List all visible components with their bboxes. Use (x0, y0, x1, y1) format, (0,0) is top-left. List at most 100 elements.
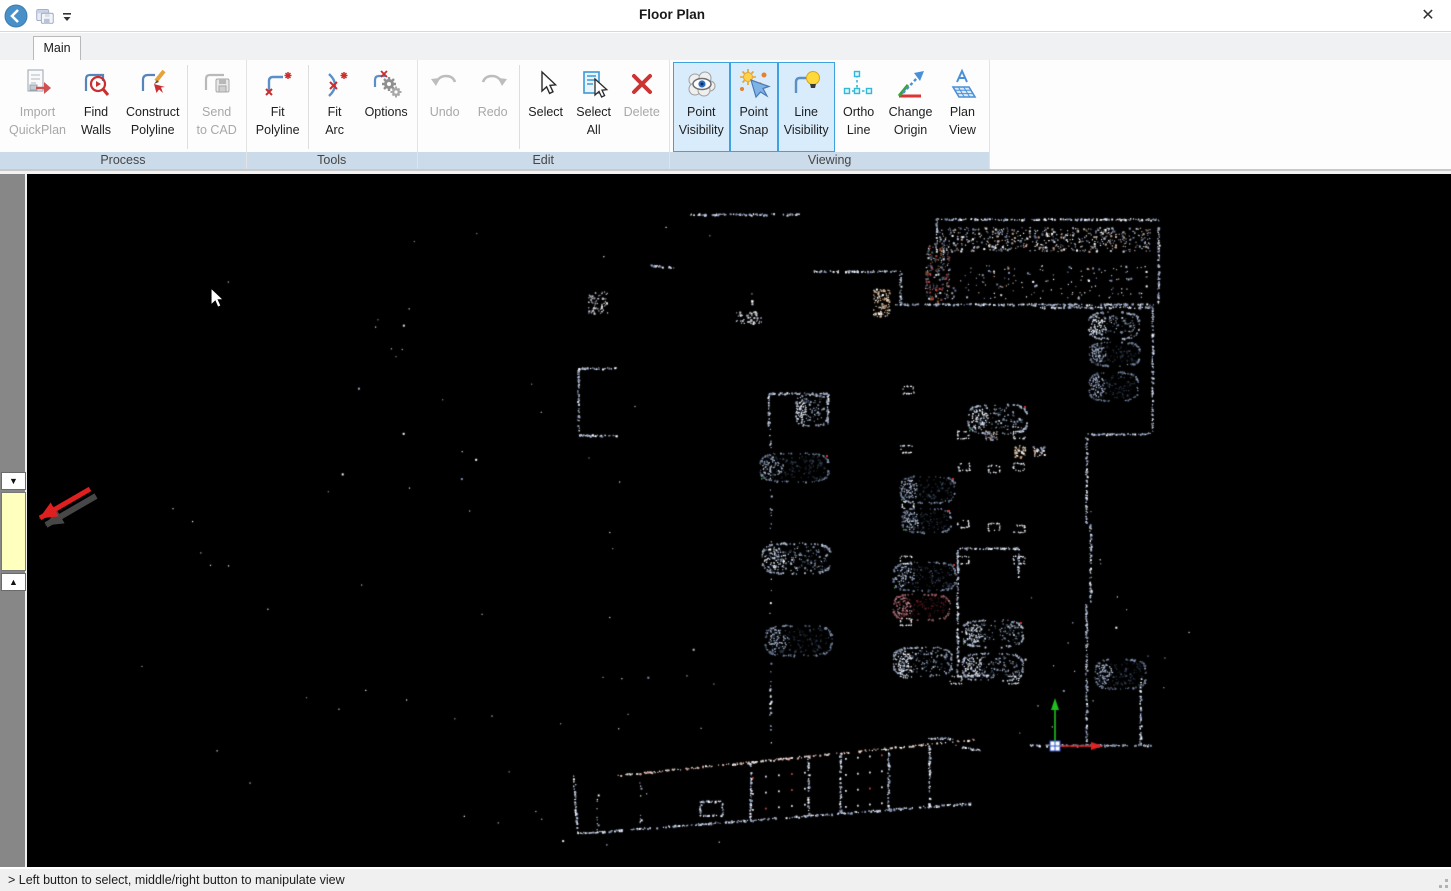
line-visibility-icon (788, 67, 824, 103)
redo-button[interactable]: Redo (469, 62, 517, 152)
ortho-line-icon (841, 67, 877, 103)
select-all-button[interactable]: SelectAll (570, 62, 618, 152)
send-to-cad-button[interactable]: Sendto CAD (190, 62, 242, 152)
titlebar: Floor Plan ✕ (0, 0, 1451, 32)
select-icon (528, 67, 564, 103)
quick-access-save-button[interactable] (34, 5, 56, 27)
fit-polyline-button[interactable]: FitPolyline (250, 62, 306, 152)
send-to-cad-icon (199, 67, 235, 103)
rail-thumb-highlight[interactable] (1, 492, 26, 571)
plan-view-button[interactable]: PlanView (938, 62, 986, 152)
ribbon-tab-row: Main (0, 33, 1451, 60)
ribbon-group-caption-tools: Tools (247, 152, 417, 169)
back-button[interactable] (4, 4, 28, 28)
quick-access-more-button[interactable] (61, 10, 73, 22)
line-visibility-label-2: Visibility (784, 121, 829, 139)
point-snap-label-2: Snap (739, 121, 768, 139)
undo-icon (427, 67, 463, 103)
delete-icon (624, 67, 660, 103)
change-origin-icon (893, 67, 929, 103)
find-walls-label-2: Walls (81, 121, 111, 139)
ribbon-separator (308, 65, 309, 149)
import-quickplan-label-1: Import (20, 103, 55, 121)
find-walls-label-1: Find (84, 103, 108, 121)
ribbon-group-process: ImportQuickPlanFindWallsConstructPolylin… (0, 60, 247, 169)
point-visibility-icon (683, 67, 719, 103)
select-all-label-2: All (587, 121, 601, 139)
change-origin-button[interactable]: ChangeOrigin (883, 62, 939, 152)
viewport-workspace: ▼ ▲ (0, 171, 1451, 867)
options-button[interactable]: Options (359, 62, 414, 152)
rail-down-button[interactable]: ▼ (1, 472, 26, 490)
ribbon-group-caption-viewing: Viewing (670, 152, 990, 169)
fit-polyline-icon (260, 67, 296, 103)
line-visibility-button[interactable]: LineVisibility (778, 62, 835, 152)
point-cloud-canvas[interactable] (29, 177, 1451, 869)
delete-button[interactable]: Delete (618, 62, 666, 152)
point-visibility-label-1: Point (687, 103, 716, 121)
tab-main-label: Main (43, 41, 70, 55)
fit-arc-label-1: Fit (328, 103, 342, 121)
window-title: Floor Plan (639, 7, 705, 22)
redo-label-1: Redo (478, 103, 508, 121)
point-visibility-button[interactable]: PointVisibility (673, 62, 730, 152)
find-walls-button[interactable]: FindWalls (72, 62, 120, 152)
quick-access-more-icon (61, 10, 73, 27)
select-label-1: Select (528, 103, 563, 121)
change-origin-label-1: Change (889, 103, 933, 121)
select-all-label-1: Select (576, 103, 611, 121)
down-triangle-icon: ▼ (9, 476, 18, 486)
ortho-line-button[interactable]: OrthoLine (835, 62, 883, 152)
import-quickplan-icon (19, 67, 55, 103)
close-icon: ✕ (1421, 7, 1434, 24)
construct-polyline-label-2: Polyline (131, 121, 175, 139)
ribbon-separator (187, 65, 188, 149)
statusbar-text: > Left button to select, middle/right bu… (8, 873, 345, 887)
send-to-cad-label-2: to CAD (196, 121, 236, 139)
fit-arc-icon (317, 67, 353, 103)
options-label-1: Options (365, 103, 408, 121)
up-triangle-icon: ▲ (9, 577, 18, 587)
back-circle-icon (4, 15, 28, 32)
resize-grip[interactable] (1436, 876, 1448, 888)
fit-arc-label-2: Arc (325, 121, 344, 139)
select-button[interactable]: Select (522, 62, 570, 152)
undo-button[interactable]: Undo (421, 62, 469, 152)
ribbon-group-tools: FitPolylineFitArcOptionsTools (247, 60, 418, 169)
quick-access-save-icon (34, 14, 56, 31)
ribbon-group-caption-process: Process (0, 152, 246, 169)
import-quickplan-label-2: QuickPlan (9, 121, 66, 139)
change-origin-label-2: Origin (894, 121, 927, 139)
fit-polyline-label-1: Fit (271, 103, 285, 121)
point-visibility-label-2: Visibility (679, 121, 724, 139)
app-window: Floor Plan ✕ Main ImportQuickPlanFindWal… (0, 0, 1451, 891)
ortho-line-label-1: Ortho (843, 103, 874, 121)
find-walls-icon (78, 67, 114, 103)
plan-view-label-2: View (949, 121, 976, 139)
ribbon-group-viewing: PointVisibilityPointSnapLineVisibilityOr… (670, 60, 991, 169)
plan-view-icon (944, 67, 980, 103)
ribbon: ImportQuickPlanFindWallsConstructPolylin… (0, 60, 1451, 171)
fit-polyline-label-2: Polyline (256, 121, 300, 139)
fit-arc-button[interactable]: FitArc (311, 62, 359, 152)
tab-main[interactable]: Main (33, 36, 81, 60)
undo-label-1: Undo (430, 103, 460, 121)
rail-up-button[interactable]: ▲ (1, 573, 26, 591)
redo-icon (475, 67, 511, 103)
construct-polyline-label-1: Construct (126, 103, 180, 121)
delete-label-1: Delete (624, 103, 660, 121)
close-button[interactable]: ✕ (1417, 5, 1439, 27)
plan-view-label-1: Plan (950, 103, 975, 121)
statusbar: > Left button to select, middle/right bu… (0, 867, 1451, 891)
construct-polyline-button[interactable]: ConstructPolyline (120, 62, 186, 152)
point-snap-label-1: Point (739, 103, 768, 121)
select-all-icon (576, 67, 612, 103)
import-quickplan-button[interactable]: ImportQuickPlan (3, 62, 72, 152)
point-snap-button[interactable]: PointSnap (730, 62, 778, 152)
send-to-cad-label-1: Send (202, 103, 231, 121)
ribbon-group-caption-edit: Edit (418, 152, 669, 169)
construct-polyline-icon (135, 67, 171, 103)
options-icon (368, 67, 404, 103)
ribbon-separator (519, 65, 520, 149)
point-snap-icon (736, 67, 772, 103)
